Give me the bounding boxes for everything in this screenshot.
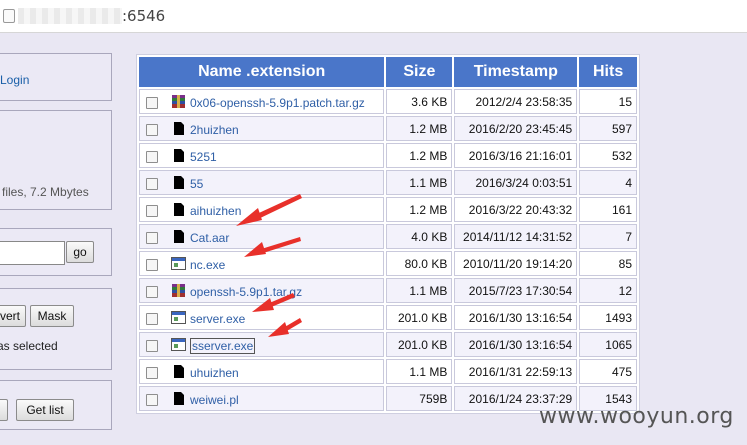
- annotation-arrow: [236, 194, 302, 226]
- annotation-arrows: [236, 194, 302, 337]
- annotation-arrow: [244, 237, 301, 257]
- annotation-arrow: [268, 318, 302, 337]
- annotation-arrow: [252, 293, 295, 312]
